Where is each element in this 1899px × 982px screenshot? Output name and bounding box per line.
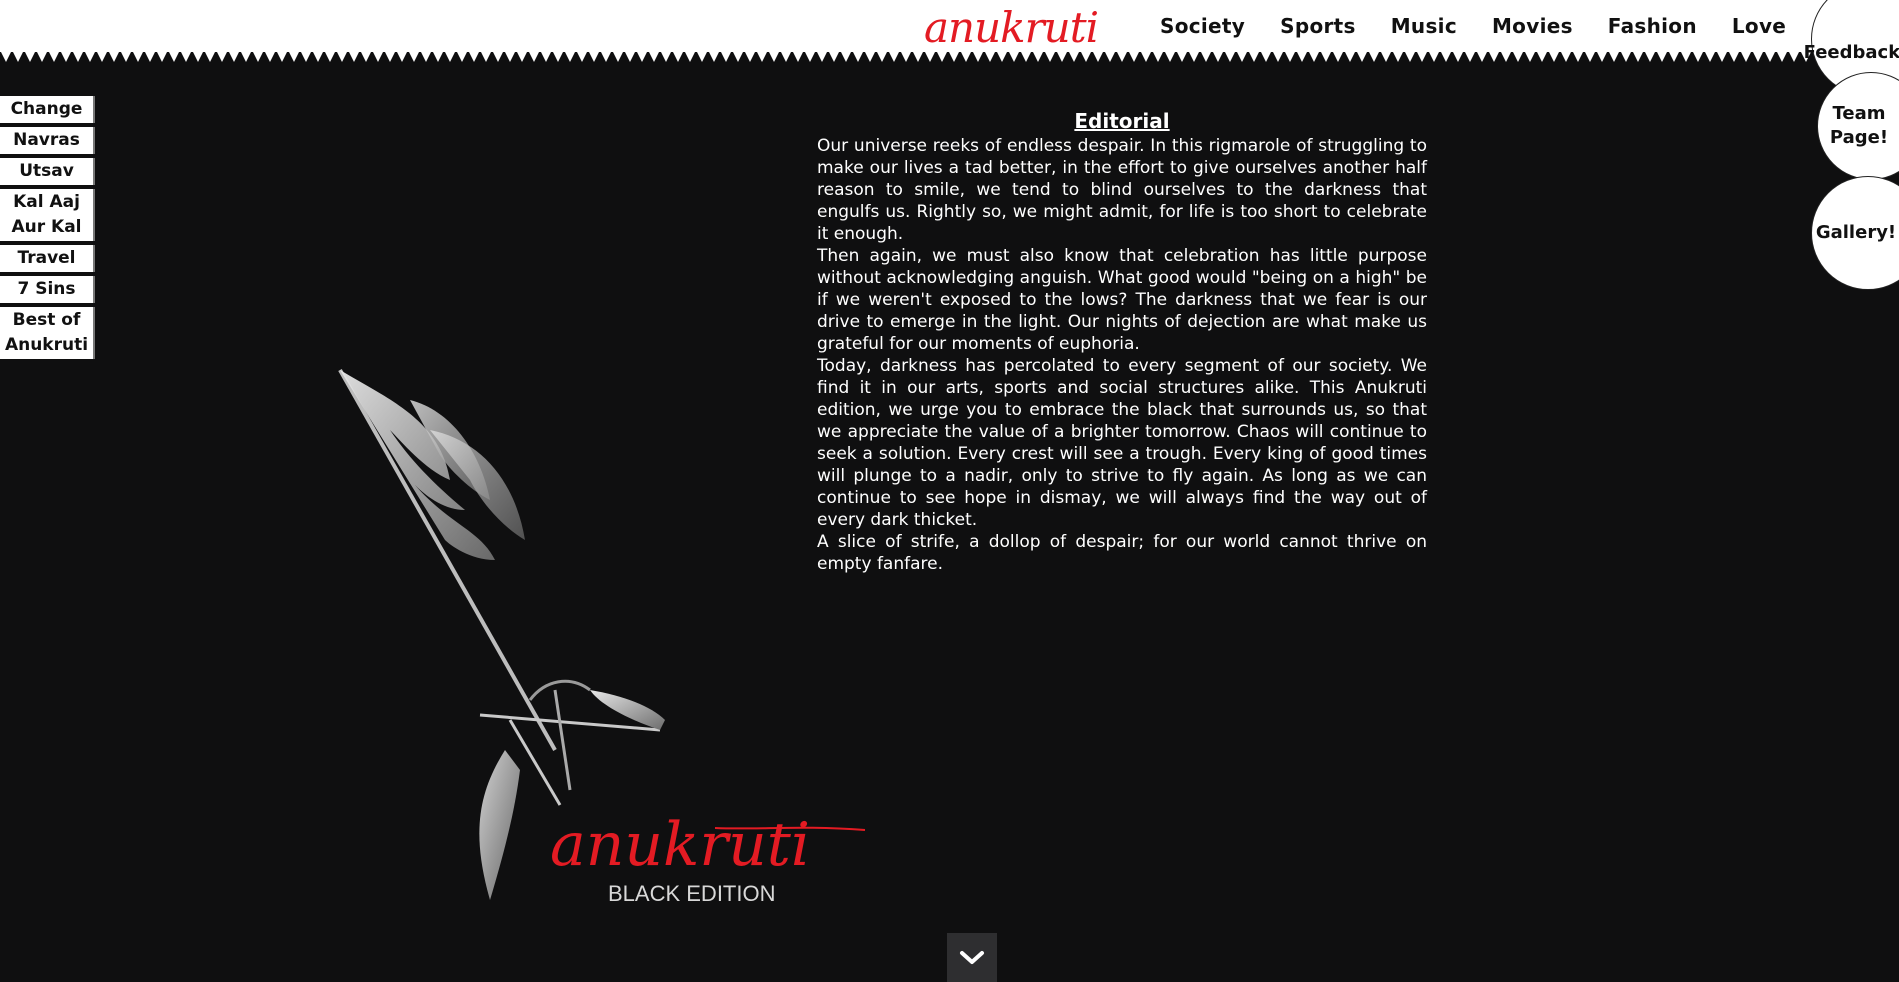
editorial-paragraph: Our universe reeks of endless despair. I… — [817, 136, 1427, 244]
nav-music[interactable]: Music — [1391, 14, 1457, 38]
top-header: anukruti Society Sports Music Movies Fas… — [0, 0, 1899, 52]
team-page-button[interactable]: Team Page! — [1817, 72, 1899, 180]
nav-love[interactable]: Love — [1732, 14, 1786, 38]
team-page-label: Team Page! — [1829, 103, 1889, 148]
brand-logo[interactable]: anukruti — [924, 2, 1099, 54]
nav-movies[interactable]: Movies — [1492, 14, 1573, 38]
scroll-down-button[interactable] — [947, 933, 997, 982]
nav-sports[interactable]: Sports — [1280, 14, 1356, 38]
section-utsav[interactable]: Utsav — [0, 158, 95, 185]
gallery-button[interactable]: Gallery! — [1811, 176, 1899, 290]
section-kal-aaj-aur-kal[interactable]: Kal Aaj Aur Kal — [0, 189, 95, 241]
cover-logo-text: anukruti — [550, 810, 810, 880]
section-7-sins[interactable]: 7 Sins — [0, 276, 95, 303]
cover-edition-text: BLACK EDITION — [608, 881, 775, 906]
chevron-down-icon — [960, 950, 984, 964]
nav-society[interactable]: Society — [1160, 14, 1245, 38]
editorial-paragraph: Today, darkness has percolated to every … — [817, 356, 1427, 530]
top-nav: Society Sports Music Movies Fashion Love — [1160, 0, 1821, 52]
editorial-paragraph: A slice of strife, a dollop of despair; … — [817, 532, 1427, 574]
section-change[interactable]: Change — [0, 96, 95, 123]
nav-fashion[interactable]: Fashion — [1608, 14, 1697, 38]
editorial-article: Editorial Our universe reeks of endless … — [817, 107, 1427, 575]
gallery-label: Gallery! — [1815, 222, 1897, 243]
section-navras[interactable]: Navras — [0, 127, 95, 154]
cover-artwork: anukruti BLACK EDITION — [338, 369, 866, 906]
section-travel[interactable]: Travel — [0, 245, 95, 272]
left-section-menu: Change Navras Utsav Kal Aaj Aur Kal Trav… — [0, 96, 95, 363]
editorial-title: Editorial — [1074, 109, 1170, 133]
header-zigzag-edge — [0, 50, 1899, 62]
brand-logo-text: anukruti — [924, 3, 1099, 52]
section-best-of-anukruti[interactable]: Best of Anukruti — [0, 307, 95, 359]
editorial-paragraph: Then again, we must also know that celeb… — [817, 246, 1427, 354]
feedback-label: Feedback! — [1803, 42, 1899, 63]
